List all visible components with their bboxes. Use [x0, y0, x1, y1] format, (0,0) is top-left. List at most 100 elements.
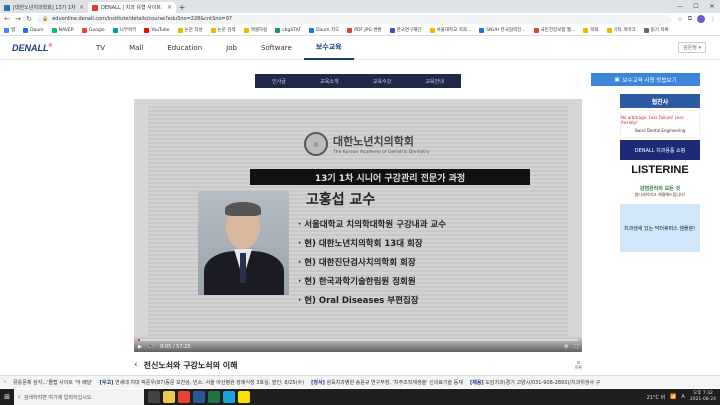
bookmark-item[interactable]: SNUH 한국협력진...: [479, 27, 526, 33]
subnav-item[interactable]: 교육안내: [425, 78, 443, 85]
bookmark-label: YouTube: [151, 27, 170, 33]
nav-item-tv[interactable]: TV: [84, 36, 117, 60]
ticker-prev-icon[interactable]: ‹: [4, 379, 6, 385]
bookmark-item[interactable]: NAVER: [51, 27, 74, 33]
clock-date: 2021-08-24: [689, 397, 716, 402]
language-indicator[interactable]: A: [681, 394, 684, 400]
network-icon[interactable]: 📶: [670, 394, 676, 400]
play-icon[interactable]: ▶: [138, 344, 142, 350]
ticker-item[interactable]: [정서] 삼육치과병원 송윤규 연구부장, '치주조직재생술' 신의료기술 등재: [311, 379, 463, 386]
ticker-item[interactable]: [채용] 도담치과(경기 고양시/031-908-2893)/치과위생사 구: [470, 379, 600, 386]
bookmark-label: NAVER: [58, 27, 74, 33]
bookmark-item[interactable]: 한국연구재단: [389, 27, 422, 33]
new-tab-button[interactable]: +: [176, 2, 188, 13]
bookmark-star-icon[interactable]: ☆: [677, 16, 682, 23]
progress-bar[interactable]: [138, 339, 578, 341]
nav-item-education[interactable]: Education: [155, 36, 214, 60]
task-view-icon[interactable]: [148, 391, 160, 403]
menu-icon[interactable]: ⋮: [710, 16, 716, 23]
volume-icon[interactable]: 🔊: [148, 344, 154, 350]
address-bar: ← → ↻ 🔒 eduonline.denall.com/institute/d…: [0, 13, 720, 25]
bookmark-favicon-icon: [643, 27, 649, 33]
tab-title: DENALL | 치과 유형 사이트: [101, 5, 161, 11]
bookmark-item[interactable]: 기타 북마크: [606, 27, 636, 33]
subnav-item[interactable]: 인사글: [272, 78, 286, 85]
back-icon[interactable]: ←: [4, 15, 10, 23]
video-player[interactable]: ◎ 대한노년치의학회 The Korean Academy of Geriatr…: [134, 99, 582, 352]
hwp-icon[interactable]: [223, 391, 235, 403]
maximize-icon[interactable]: ☐: [688, 0, 704, 13]
browser-tab-active[interactable]: DENALL | 치과 유형 사이트 ×: [88, 2, 176, 13]
ticker-item[interactable]: 뮤틀문제 심각...'똘랩 사이트 '악 배달': [13, 379, 93, 386]
bookmark-item[interactable]: 나무위키: [112, 27, 136, 33]
time-display: 0:05 / 57:25: [160, 343, 191, 350]
extensions-icon[interactable]: ⧉: [688, 15, 692, 23]
close-icon[interactable]: ×: [79, 4, 84, 11]
bookmark-favicon-icon: [533, 27, 539, 33]
close-icon[interactable]: ×: [167, 4, 172, 11]
kakaotalk-icon[interactable]: [238, 391, 250, 403]
user-menu-button[interactable]: 김은정 ▾: [678, 42, 706, 53]
subnav-item[interactable]: 교육수강: [373, 78, 391, 85]
bookmark-label: 앱: [11, 28, 16, 33]
bookmark-item[interactable]: 학회: [583, 27, 599, 33]
word-icon[interactable]: [193, 391, 205, 403]
ad-name: Swiss Dental Engineering: [634, 128, 686, 133]
ticker-text: 도담치과(경기 고양시/031-908-2893)/치과위생사 구: [485, 379, 601, 386]
bookmark-label: PDF JPG 변환: [354, 28, 382, 33]
bookmark-item[interactable]: 읽기 목록: [643, 27, 669, 33]
profile-avatar[interactable]: [697, 15, 705, 23]
nav-item-job[interactable]: Job: [214, 36, 249, 60]
bookmark-item[interactable]: Google: [81, 27, 105, 33]
bookmark-item[interactable]: PDF JPG 변환: [347, 27, 382, 33]
bookmark-item[interactable]: 앱: [4, 27, 15, 33]
list-button[interactable]: ☰ 목록: [575, 360, 582, 371]
close-window-icon[interactable]: ✕: [704, 0, 720, 13]
forward-icon[interactable]: →: [15, 15, 21, 23]
fullscreen-icon[interactable]: ⛶: [574, 344, 578, 350]
ticker-item[interactable]: [우고] 연세대 치대 박준우(87)동문 모친상, 빈소: 서울 아산병원 장…: [100, 379, 304, 386]
bookmark-item[interactable]: Daum: [23, 27, 44, 33]
bookmark-label: 한국연구재단: [396, 28, 422, 33]
ad-denall[interactable]: DENALL 치과용품 쇼핑: [620, 140, 700, 160]
help-guide-button[interactable]: ▣ 보수교육 사용 방법보기: [591, 73, 700, 86]
ad-dental-floss[interactable]: 치과생새 있는 닥터휴머스 샘플분!: [620, 204, 700, 252]
course-banner: 13기 1차 시니어 구강관리 전문가 과정: [250, 169, 530, 185]
settings-icon[interactable]: ⚙: [564, 344, 568, 350]
nav-item-software[interactable]: Software: [249, 36, 304, 60]
bookmark-item[interactable]: 논문 검색: [210, 27, 236, 33]
ticker-tag: [채용]: [469, 379, 484, 386]
bookmark-favicon-icon: [112, 27, 118, 33]
bookmark-item[interactable]: 논문 작성: [177, 27, 203, 33]
browser-tab[interactable]: [대한노년치의학회] 13기 1차 시니 ×: [0, 2, 88, 13]
bookmark-item[interactable]: YouTube: [144, 27, 170, 33]
bookmark-item[interactable]: 국민건강보험 웹...: [533, 27, 575, 33]
bookmark-label: cbgSTAT: [282, 27, 302, 33]
chrome-icon[interactable]: [178, 391, 190, 403]
minimize-icon[interactable]: —: [672, 0, 688, 13]
url-input[interactable]: 🔒 eduonline.denall.com/institute/details…: [37, 14, 673, 24]
clock[interactable]: 오후 7:32 2021-08-24: [690, 391, 716, 403]
denall-logo[interactable]: DENALL®: [12, 43, 72, 53]
back-arrow-icon[interactable]: ‹: [134, 360, 138, 370]
bookmark-item[interactable]: cbgSTAT: [275, 27, 302, 33]
ticker-tag: [정서]: [311, 379, 325, 386]
nav-item-보수교육[interactable]: 보수교육: [303, 36, 354, 60]
reload-icon[interactable]: ↻: [26, 15, 32, 23]
nav-item-mall[interactable]: Mall: [117, 36, 155, 60]
bookmark-item[interactable]: 엑셀하실: [243, 27, 267, 33]
explorer-icon[interactable]: [163, 391, 175, 403]
bookmark-label: 학회: [590, 28, 599, 33]
ad-infection-control[interactable]: 감염관리의 모든 것 앱디세이미크 해결해드립니다!: [620, 180, 700, 202]
bookmark-favicon-icon: [583, 27, 589, 33]
ad-listerine[interactable]: LISTERINE: [620, 162, 700, 178]
excel-icon[interactable]: [208, 391, 220, 403]
bookmark-item[interactable]: 서울대학교 치과...: [429, 27, 471, 33]
windows-start-icon[interactable]: ⊞: [0, 389, 14, 405]
taskbar-search[interactable]: ⌕ 검색하려면 여기에 입력하십시오.: [14, 389, 144, 405]
ad-swiss-dental[interactable]: No arbitrage. Less Failure! Less Anxiety…: [620, 110, 700, 138]
subnav-item[interactable]: 교육소개: [320, 78, 338, 85]
bookmark-item[interactable]: Daum 지도: [309, 27, 339, 33]
weather-text[interactable]: 21°C 비: [647, 394, 666, 401]
logo-text: DENALL: [12, 42, 49, 53]
